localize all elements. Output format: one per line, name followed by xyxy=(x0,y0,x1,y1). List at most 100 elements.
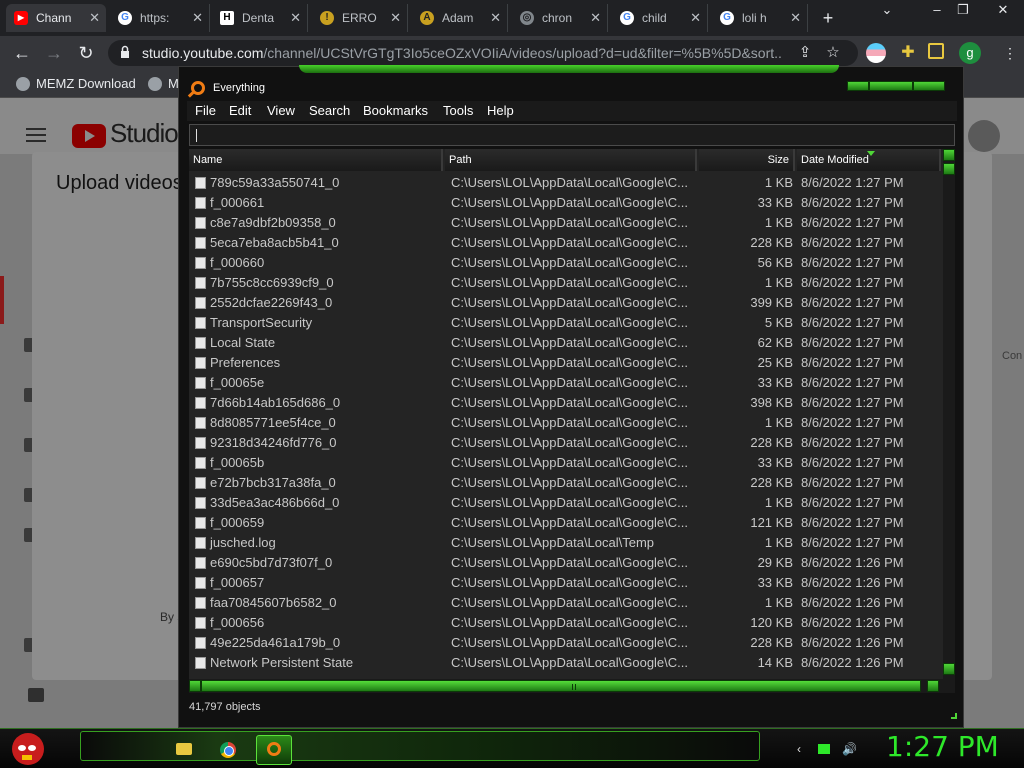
scroll-left-button[interactable] xyxy=(189,680,201,692)
file-explorer-button[interactable] xyxy=(166,735,202,765)
scroll-right-button[interactable] xyxy=(927,680,939,692)
tray-back-arrow-icon[interactable]: ‹ xyxy=(792,742,806,756)
table-row[interactable]: jusched.log C:\Users\LOL\AppData\Local\Te… xyxy=(189,533,941,553)
table-row[interactable]: 8d8085771ee5f4ce_0 C:\Users\LOL\AppData\L… xyxy=(189,413,941,433)
table-row[interactable]: e72b7bcb317a38fa_0 C:\Users\LOL\AppData\L… xyxy=(189,473,941,493)
table-row[interactable]: 49e225da461a179b_0 C:\Users\LOL\AppData\L… xyxy=(189,633,941,653)
table-row[interactable]: 7d66b14ab165d686_0 C:\Users\LOL\AppData\L… xyxy=(189,393,941,413)
new-tab-button[interactable]: + xyxy=(816,4,840,32)
menu-file[interactable]: File xyxy=(195,101,216,121)
maximize-button[interactable] xyxy=(869,81,913,91)
menu-view[interactable]: View xyxy=(267,101,295,121)
start-button-bird-icon[interactable] xyxy=(12,733,44,765)
table-row[interactable]: 92318d34246fd776_0 C:\Users\LOL\AppData\L… xyxy=(189,433,941,453)
channel-avatar[interactable] xyxy=(968,120,1000,152)
tab-google-1[interactable]: G https: ✕ xyxy=(110,4,210,32)
file-date-cell: 8/6/2022 1:27 PM xyxy=(801,415,904,430)
resize-grip-icon[interactable] xyxy=(951,713,957,719)
table-row[interactable]: 5eca7eba8acb5b41_0 C:\Users\LOL\AppData\L… xyxy=(189,233,941,253)
table-row[interactable]: f_000659 C:\Users\LOL\AppData\Local\Googl… xyxy=(189,513,941,533)
close-icon[interactable]: ✕ xyxy=(690,4,701,32)
hamburger-menu-icon[interactable] xyxy=(26,128,46,142)
menu-edit[interactable]: Edit xyxy=(229,101,251,121)
bookmark-star-icon[interactable]: ☆ xyxy=(824,44,842,62)
column-header-name[interactable]: Name xyxy=(189,149,443,171)
table-row[interactable]: c8e7a9dbf2b09358_0 C:\Users\LOL\AppData\L… xyxy=(189,213,941,233)
close-icon[interactable]: ✕ xyxy=(290,4,301,32)
tab-error[interactable]: ! ERRO ✕ xyxy=(312,4,408,32)
table-row[interactable]: f_000657 C:\Users\LOL\AppData\Local\Googl… xyxy=(189,573,941,593)
youtube-logo-icon[interactable] xyxy=(72,124,106,148)
tab-chron[interactable]: ◎ chron ✕ xyxy=(512,4,608,32)
table-row[interactable]: f_000656 C:\Users\LOL\AppData\Local\Googl… xyxy=(189,613,941,633)
minimize-icon[interactable]: – xyxy=(924,0,950,20)
back-arrow-icon[interactable]: ← xyxy=(10,41,34,65)
table-row[interactable]: Network Persistent State C:\Users\LOL\App… xyxy=(189,653,941,673)
close-icon[interactable]: ✕ xyxy=(490,4,501,32)
everything-taskbar-button[interactable] xyxy=(256,735,292,765)
studio-logo-text: Studio xyxy=(110,118,179,148)
chrome-taskbar-button[interactable] xyxy=(210,735,246,765)
share-icon[interactable]: ⇪ xyxy=(796,44,814,62)
close-icon[interactable]: ✕ xyxy=(590,4,601,32)
tab-search-icon[interactable]: ⌄ xyxy=(874,0,900,20)
menu-help[interactable]: Help xyxy=(487,101,514,121)
file-date-cell: 8/6/2022 1:27 PM xyxy=(801,215,904,230)
table-row[interactable]: e690c5bd7d73f07f_0 C:\Users\LOL\AppData\L… xyxy=(189,553,941,573)
tab-label: ERRO xyxy=(342,11,377,25)
table-row[interactable]: f_00065b C:\Users\LOL\AppData\Local\Googl… xyxy=(189,453,941,473)
column-header-path[interactable]: Path xyxy=(445,149,697,171)
extensions-puzzle-icon[interactable]: ✚ xyxy=(898,43,918,63)
close-icon[interactable]: ✕ xyxy=(790,4,801,32)
table-row[interactable]: 2552dcfae2269f43_0 C:\Users\LOL\AppData\L… xyxy=(189,293,941,313)
vertical-scrollbar[interactable] xyxy=(943,149,955,679)
table-row[interactable]: faa70845607b6582_0 C:\Users\LOL\AppData\L… xyxy=(189,593,941,613)
tab-denta[interactable]: H Denta ✕ xyxy=(212,4,308,32)
table-row[interactable]: f_000660 C:\Users\LOL\AppData\Local\Googl… xyxy=(189,253,941,273)
forward-arrow-icon[interactable]: → xyxy=(42,41,66,65)
tab-google-3[interactable]: G loli h ✕ xyxy=(712,4,808,32)
horizontal-scroll-thumb[interactable] xyxy=(201,680,921,692)
feedback-icon[interactable] xyxy=(28,688,44,702)
tab-youtube-studio[interactable]: ▶ Chann ✕ xyxy=(6,4,106,32)
menu-search[interactable]: Search xyxy=(309,101,350,121)
tab-adam[interactable]: A Adam ✕ xyxy=(412,4,508,32)
search-input[interactable] xyxy=(189,124,955,146)
address-bar[interactable]: studio.youtube.com/channel/UCStVrGTgT3Io… xyxy=(108,40,858,66)
close-icon[interactable]: ✕ xyxy=(89,4,100,32)
file-path-cell: C:\Users\LOL\AppData\Local\Google\C... xyxy=(451,455,689,470)
table-row[interactable]: 7b755c8cc6939cf9_0 C:\Users\LOL\AppData\L… xyxy=(189,273,941,293)
close-icon[interactable]: ✕ xyxy=(192,4,203,32)
bookmark-memz[interactable]: MEMZ Download xyxy=(14,70,136,98)
table-row[interactable]: f_00065e C:\Users\LOL\AppData\Local\Googl… xyxy=(189,373,941,393)
profile-avatar[interactable]: g xyxy=(959,42,981,64)
close-window-icon[interactable]: ✕ xyxy=(990,0,1016,20)
minimize-button[interactable] xyxy=(847,81,869,91)
side-panel-icon[interactable] xyxy=(928,43,944,59)
network-icon[interactable] xyxy=(818,744,830,754)
menu-tools[interactable]: Tools xyxy=(443,101,473,121)
scroll-down-button[interactable] xyxy=(943,663,955,675)
table-row[interactable]: Local State C:\Users\LOL\AppData\Local\Go… xyxy=(189,333,941,353)
close-button[interactable] xyxy=(913,81,945,91)
tab-google-2[interactable]: G child ✕ xyxy=(612,4,708,32)
url-text[interactable]: studio.youtube.com/channel/UCStVrGTgT3Io… xyxy=(142,40,782,66)
bookmark-m[interactable]: M xyxy=(146,70,179,98)
menu-bookmarks[interactable]: Bookmarks xyxy=(363,101,428,121)
restore-icon[interactable]: ❐ xyxy=(950,0,976,20)
scroll-up-button[interactable] xyxy=(943,149,955,161)
taskbar-clock[interactable]: 1:27 PM xyxy=(886,730,999,763)
table-row[interactable]: f_000661 C:\Users\LOL\AppData\Local\Googl… xyxy=(189,193,941,213)
horizontal-scrollbar[interactable] xyxy=(189,679,955,693)
volume-icon[interactable]: 🔊 xyxy=(842,742,857,756)
close-icon[interactable]: ✕ xyxy=(390,4,401,32)
column-header-size[interactable]: Size xyxy=(699,149,795,171)
scroll-thumb[interactable] xyxy=(943,163,955,175)
table-row[interactable]: 789c59a33a550741_0 C:\Users\LOL\AppData\L… xyxy=(189,173,941,193)
reload-icon[interactable]: ↻ xyxy=(74,41,98,65)
extension-flag-icon[interactable] xyxy=(866,43,886,63)
table-row[interactable]: TransportSecurity C:\Users\LOL\AppData\Lo… xyxy=(189,313,941,333)
table-row[interactable]: 33d5ea3ac486b66d_0 C:\Users\LOL\AppData\L… xyxy=(189,493,941,513)
table-row[interactable]: Preferences C:\Users\LOL\AppData\Local\Go… xyxy=(189,353,941,373)
menu-kebab-icon[interactable]: ⋮ xyxy=(1000,43,1020,63)
